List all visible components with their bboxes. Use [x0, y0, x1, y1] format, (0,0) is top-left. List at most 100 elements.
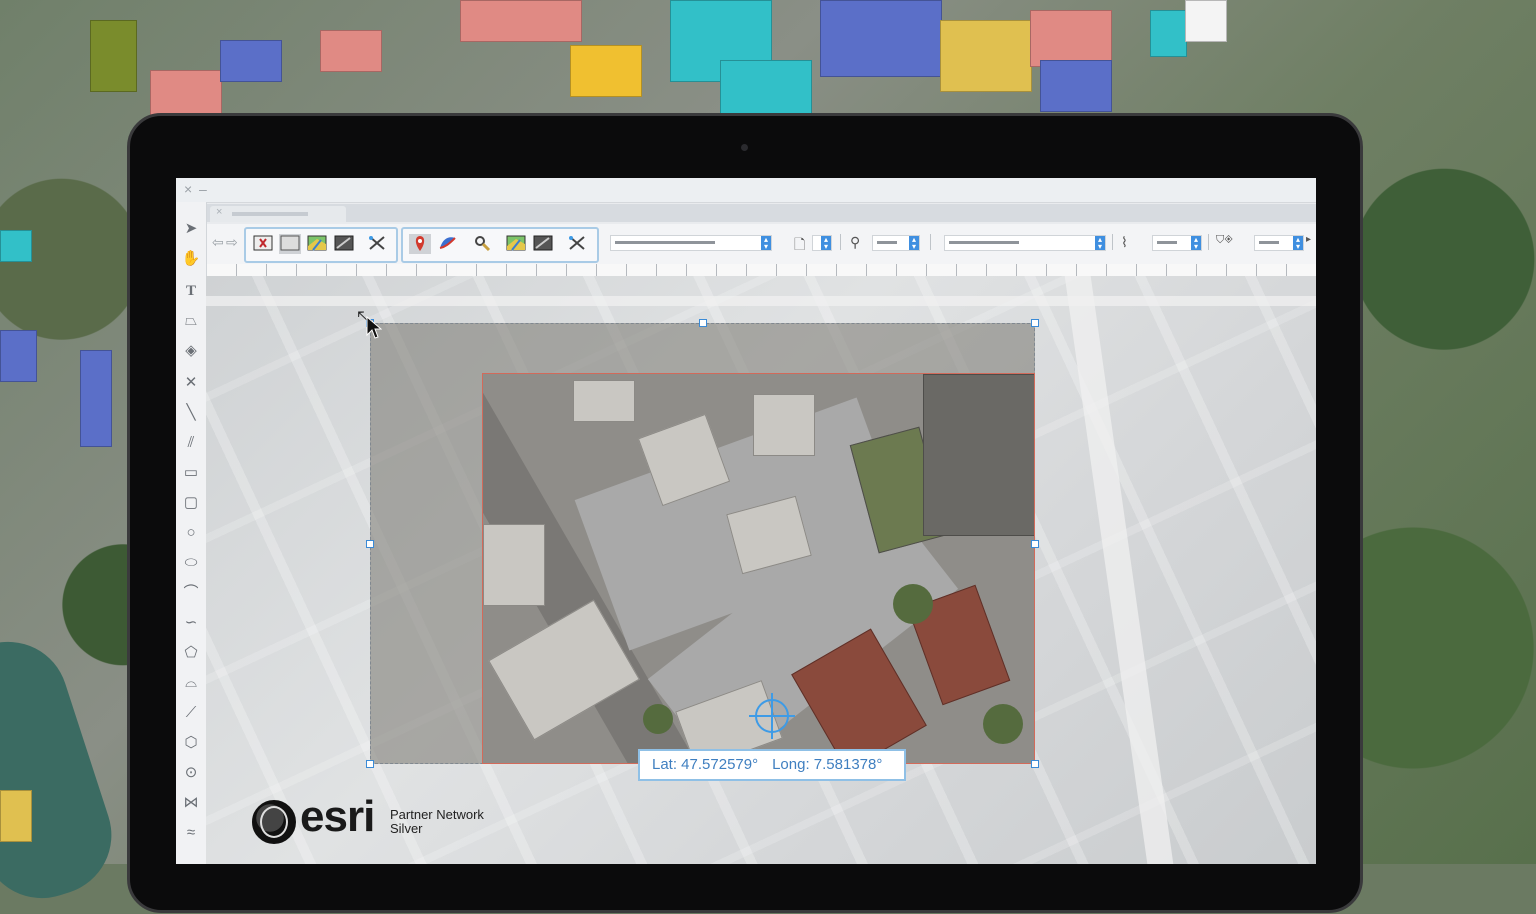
ellipse-icon[interactable]: ⬭ [181, 552, 201, 574]
page-icon: 🗋 [794, 236, 806, 252]
dark-map-icon[interactable] [333, 234, 355, 254]
building [923, 374, 1034, 536]
resize-handle-bottom-right[interactable] [1031, 760, 1039, 768]
resize-handle-top[interactable] [699, 319, 707, 327]
vertex-select[interactable]: ▴ ▾ [1152, 235, 1202, 251]
line-tool-icon[interactable]: ╲ [181, 402, 201, 424]
3d-building [1030, 10, 1112, 67]
text-tool-icon[interactable]: T [181, 280, 201, 302]
partner-tier: Silver [390, 821, 423, 836]
forward-arrow-icon[interactable]: ⇨ [226, 234, 238, 251]
color-map-icon[interactable] [306, 234, 328, 254]
rectangle-icon[interactable]: ▭ [181, 462, 201, 484]
zoom-tool-icon[interactable] [471, 234, 493, 254]
resize-handle-top-right[interactable] [1031, 319, 1039, 327]
compass-icon[interactable] [436, 234, 458, 254]
3d-building [80, 350, 112, 447]
page-spinner[interactable]: ▴ ▾ [821, 236, 831, 251]
toolbar-divider [1112, 234, 1113, 250]
3d-building [1185, 0, 1227, 42]
tab-bar: × [206, 204, 1316, 222]
opacity-select[interactable]: ▴ ▾ [1254, 235, 1304, 251]
mirror-icon[interactable]: ⋈ [181, 792, 201, 814]
vertex-spinner[interactable]: ▴ ▾ [1191, 236, 1201, 251]
left-toolbar: ➤ ✋ T ⏢ ◈ ✕ ╲ ⫽ ▭ ▢ ○ ⬭ ⌒ ∽ ⬠ ⌓ ⟋ ⬡ ⊙ ⋈ … [176, 202, 207, 864]
coordinate-readout: Lat: 47.572579° Long: 7.581378° [638, 749, 906, 781]
vertex-edit-icon[interactable]: ⌇ [1121, 234, 1128, 251]
shape-tool-icon[interactable]: ⏢ [181, 310, 201, 332]
scribble-icon[interactable]: ≈ [181, 822, 201, 844]
building [483, 524, 545, 606]
3d-building [0, 790, 32, 842]
resize-handle-right[interactable] [1031, 540, 1039, 548]
polyline-icon[interactable]: ⟋ [181, 702, 201, 724]
delete-layer-icon[interactable] [252, 234, 274, 254]
tab-close-button[interactable]: × [216, 206, 222, 218]
style-spinner[interactable]: ▴ ▾ [1095, 236, 1105, 251]
polygon-icon[interactable]: ⬠ [181, 642, 201, 664]
tools-icon[interactable] [566, 234, 588, 254]
select-spinner[interactable]: ▴ ▾ [761, 236, 771, 251]
circle-icon[interactable]: ○ [181, 522, 201, 544]
resize-handle-left[interactable] [366, 540, 374, 548]
3d-building [460, 0, 582, 42]
select-arrow-icon[interactable]: ➤ [181, 218, 201, 240]
tree [643, 704, 673, 734]
rounded-rectangle-icon[interactable]: ▢ [181, 492, 201, 514]
pan-hand-icon[interactable]: ✋ [181, 248, 201, 270]
vertex-value [1157, 241, 1177, 244]
page-stepper[interactable]: ▴ ▾ [812, 235, 832, 251]
3d-building [150, 70, 222, 117]
style-value [949, 241, 1019, 244]
arc-icon[interactable]: ⌒ [181, 582, 201, 604]
freeform-icon[interactable]: ⌓ [181, 672, 201, 694]
esri-logo: esri Partner Network Silver [252, 792, 512, 848]
color-map-icon[interactable] [505, 234, 527, 254]
esri-wordmark: esri [300, 792, 375, 841]
delete-x-icon[interactable]: ✕ [181, 372, 201, 394]
3d-building [0, 330, 37, 382]
latitude-label: Lat: 47.572579° [652, 756, 759, 773]
webcam [741, 144, 748, 151]
window-close-button[interactable]: × [184, 181, 192, 197]
3d-building [820, 0, 942, 77]
tree [893, 584, 933, 624]
visibility-icon[interactable]: ⛉◈ [1216, 234, 1233, 247]
toolbar-overflow-icon[interactable]: ▸ [1306, 234, 1311, 245]
partner-line: Partner Network [390, 807, 484, 822]
blank-map-icon[interactable] [279, 234, 301, 254]
document-tab[interactable]: × [210, 206, 346, 222]
3d-building [570, 45, 642, 97]
point-icon[interactable]: ⊙ [181, 762, 201, 784]
3d-building [90, 20, 137, 92]
back-arrow-icon[interactable]: ⇦ [212, 234, 224, 251]
opacity-spinner[interactable]: ▴ ▾ [1293, 236, 1303, 251]
curve-icon[interactable]: ∽ [181, 612, 201, 634]
search-icon[interactable]: ⚲ [850, 234, 860, 251]
style-select[interactable]: ▴ ▾ [944, 235, 1106, 251]
resize-handle-bottom-left[interactable] [366, 760, 374, 768]
map-pin-icon[interactable] [409, 234, 431, 254]
double-line-icon[interactable]: ⫽ [181, 432, 201, 454]
opacity-value [1259, 241, 1279, 244]
zoom-select[interactable]: ▴ ▾ [872, 235, 920, 251]
hexagon-icon[interactable]: ⬡ [181, 732, 201, 754]
tools-icon[interactable] [366, 234, 388, 254]
toolbar-divider [840, 234, 841, 250]
3d-building [720, 60, 812, 117]
zoom-spinner[interactable]: ▴ ▾ [909, 236, 919, 251]
dark-map-icon[interactable] [532, 234, 554, 254]
tree [983, 704, 1023, 744]
window-minimize-button[interactable]: – [199, 181, 207, 197]
3d-building [0, 230, 32, 262]
crosshair-target-icon[interactable] [749, 693, 795, 739]
map-canvas[interactable]: ⤡ Lat: 47.572579° Long: 7.581378° [206, 276, 1316, 864]
toolbar-divider [930, 234, 931, 250]
layer-stack-icon[interactable]: ◈ [181, 340, 201, 362]
road [206, 296, 1316, 306]
toolbar-divider [1208, 234, 1209, 250]
layer-select[interactable]: ▴ ▾ [610, 235, 772, 251]
select-value [615, 241, 715, 244]
building [573, 380, 635, 422]
3d-building [320, 30, 382, 72]
